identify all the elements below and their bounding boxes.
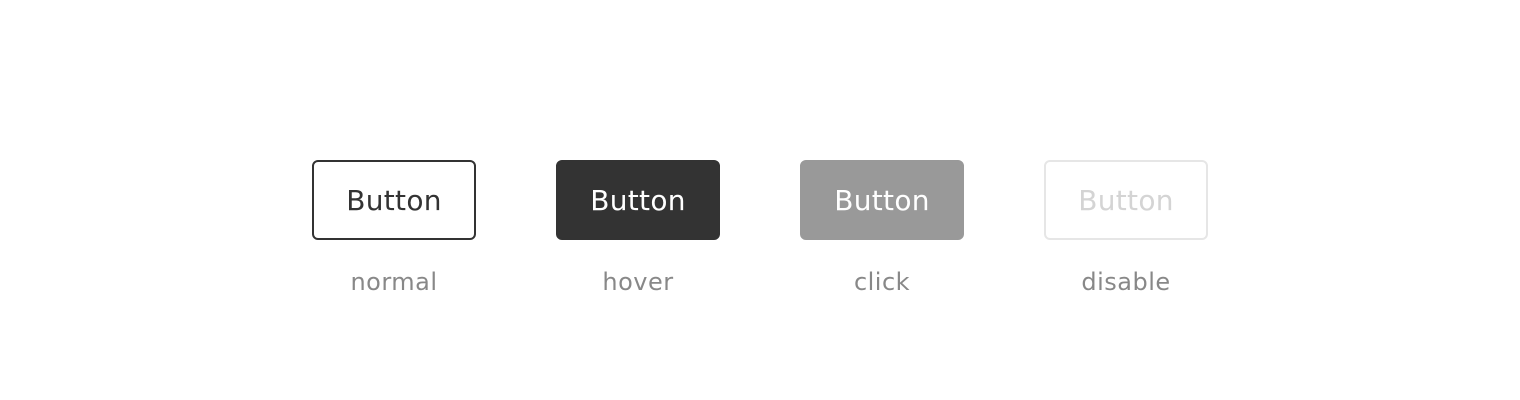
button-normal[interactable]: Button: [312, 160, 476, 240]
caption-hover: hover: [602, 268, 674, 296]
button-variant-hover: Button hover: [556, 160, 720, 296]
button-disable: Button: [1044, 160, 1208, 240]
button-variant-normal: Button normal: [312, 160, 476, 296]
button-hover[interactable]: Button: [556, 160, 720, 240]
button-variant-disable: Button disable: [1044, 160, 1208, 296]
button-variant-click: Button click: [800, 160, 964, 296]
caption-click: click: [853, 268, 911, 296]
caption-disable: disable: [1081, 268, 1171, 296]
button-click[interactable]: Button: [800, 160, 964, 240]
caption-normal: normal: [350, 268, 438, 296]
